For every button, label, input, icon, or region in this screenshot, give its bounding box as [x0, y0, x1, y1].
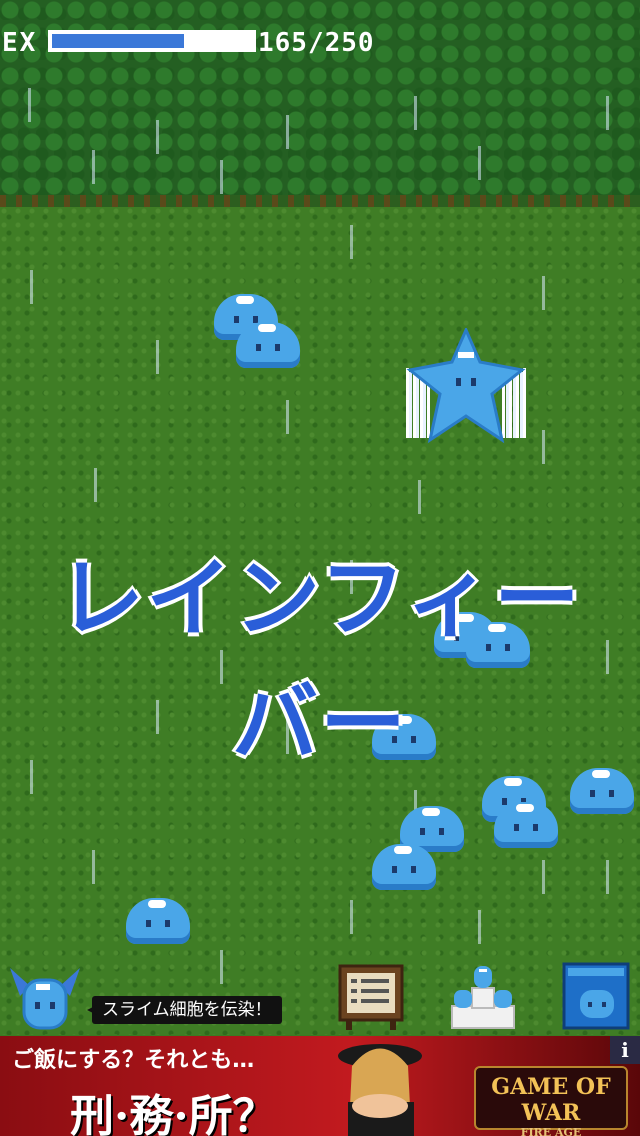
blue-slime-icon[interactable]: [126, 890, 190, 944]
raindrop: [94, 468, 97, 502]
raindrop: [156, 340, 159, 374]
raindrop: [30, 270, 33, 304]
raindrop: [478, 910, 481, 944]
ex-label: EX: [2, 28, 38, 58]
slime-book-icon[interactable]: [562, 962, 630, 1030]
ad-banner[interactable]: ご飯にする？それとも… 刑·務·所？ GAME OF WAR FIRE AGE …: [0, 1036, 640, 1136]
raindrop: [542, 860, 545, 894]
blue-slime-icon[interactable]: [494, 794, 558, 848]
raindrop: [542, 430, 545, 464]
winged-star-slime-icon[interactable]: [404, 328, 528, 446]
ex-progress-bar: [48, 30, 256, 52]
raindrop: [92, 150, 95, 184]
raindrop: [418, 480, 421, 514]
ad-line1: ご飯にする？それとも…: [12, 1048, 255, 1073]
raindrop: [92, 850, 95, 884]
raindrop: [220, 160, 223, 194]
raindrop: [606, 860, 609, 894]
ad-line2: 刑·務·所？: [70, 1091, 277, 1136]
ad-logo-sub: FIRE AGE: [520, 1126, 582, 1136]
raindrop: [478, 146, 481, 180]
raindrop: [286, 400, 289, 434]
winged-slime-icon[interactable]: [10, 962, 80, 1030]
raindrop: [350, 900, 353, 934]
raindrop: [28, 88, 31, 122]
raindrop: [156, 120, 159, 154]
ad-logo-title: GAME OF WAR: [491, 1074, 611, 1126]
rain-fever-banner: レインフィーバー: [58, 549, 582, 774]
raindrop: [286, 115, 289, 149]
slime-stack-icon[interactable]: [448, 962, 518, 1030]
game-of-war-logo: GAME OF WAR FIRE AGE: [474, 1066, 628, 1136]
raindrop: [220, 950, 223, 984]
raindrop: [350, 225, 353, 259]
ad-info-icon[interactable]: i: [610, 1036, 640, 1064]
blue-slime-icon[interactable]: [236, 314, 300, 368]
ex-counter: 165/250: [258, 28, 375, 58]
blue-slime-icon[interactable]: [372, 836, 436, 890]
ad-model-image: [338, 1044, 422, 1136]
raindrop: [542, 276, 545, 310]
raindrop: [414, 96, 417, 130]
raindrop: [606, 96, 609, 130]
infect-tooltip: スライム細胞を伝染！: [87, 996, 282, 1024]
notice-board-icon[interactable]: [338, 964, 404, 1030]
forest-edge: [0, 195, 640, 207]
ex-progress-fill: [52, 34, 184, 48]
